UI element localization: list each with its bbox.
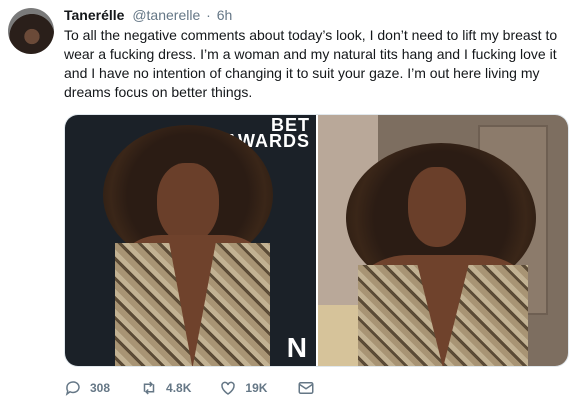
- separator-dot: ·: [206, 7, 211, 23]
- face: [157, 163, 219, 243]
- photo-right[interactable]: [318, 115, 568, 366]
- direct-message-button[interactable]: [297, 379, 323, 397]
- like-count: 19K: [245, 381, 268, 395]
- retweet-button[interactable]: 4.8K: [140, 379, 191, 397]
- tweet-text: To all the negative comments about today…: [64, 27, 558, 100]
- tweet: Tanerélle @tanerelle · 6h To all the neg…: [0, 0, 575, 407]
- backdrop-letter: N: [286, 332, 308, 363]
- tweet-actions: 308 4.8K 19K: [64, 378, 351, 398]
- tweet-timestamp[interactable]: 6h: [217, 7, 233, 23]
- like-button[interactable]: 19K: [219, 379, 267, 397]
- reply-count: 308: [90, 381, 111, 395]
- display-name[interactable]: Tanerélle: [64, 7, 124, 23]
- envelope-icon: [298, 382, 314, 394]
- face: [408, 167, 466, 247]
- reply-icon: [65, 381, 80, 396]
- photo-left[interactable]: BET AWARDS N: [65, 115, 316, 366]
- tweet-header: Tanerélle @tanerelle · 6h: [64, 6, 232, 24]
- user-handle[interactable]: @tanerelle: [132, 7, 200, 23]
- avatar[interactable]: [8, 8, 54, 54]
- retweet-icon: [143, 381, 155, 395]
- retweet-count: 4.8K: [166, 381, 192, 395]
- heart-icon: [221, 381, 236, 395]
- tweet-media: BET AWARDS N: [64, 114, 569, 367]
- reply-button[interactable]: 308: [64, 379, 110, 397]
